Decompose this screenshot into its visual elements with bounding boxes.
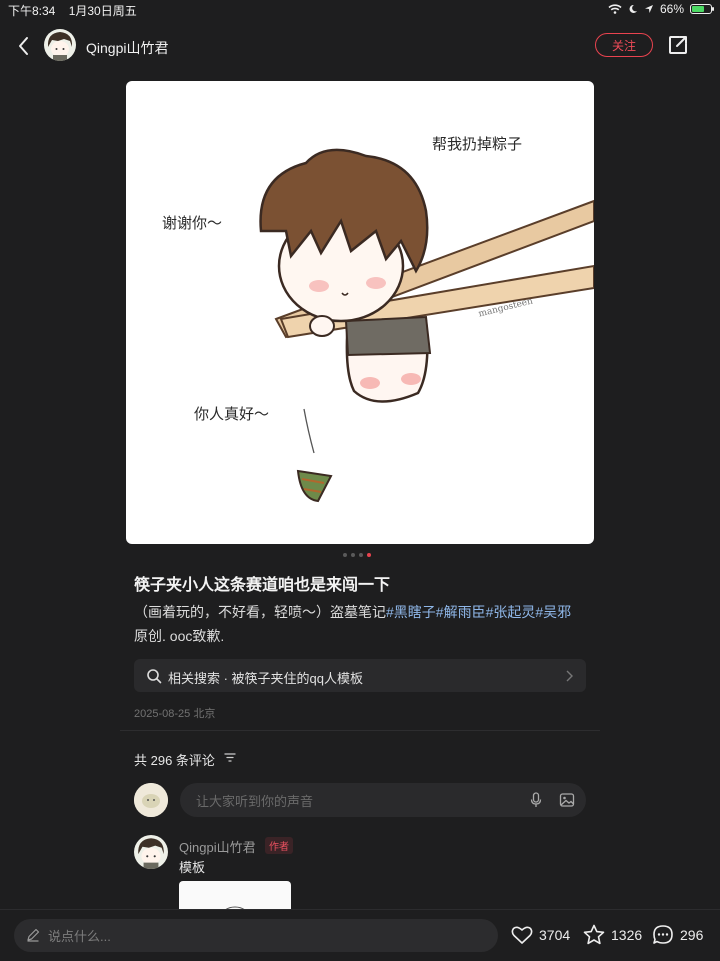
comment-count: 共 296 条评论 (134, 753, 215, 768)
pager-dot[interactable] (359, 553, 363, 557)
post-date-location: 2025-08-25 北京 (134, 708, 216, 720)
post-header: Qingpi山竹君 关注 (0, 26, 720, 66)
microphone-icon[interactable] (530, 792, 542, 808)
bottom-comment-input[interactable] (46, 919, 480, 954)
wifi-icon (608, 4, 622, 14)
commenter-name[interactable]: Qingpi山竹君 (179, 837, 256, 856)
bottom-comment-box[interactable] (14, 919, 498, 954)
like-button[interactable]: 3704 (510, 923, 570, 947)
status-bar: 下午8:34 1月30日周五 66% (0, 0, 720, 18)
hashtag[interactable]: #吴邪 (535, 604, 571, 620)
battery-percent: 66% (659, 2, 684, 16)
moon-icon (629, 4, 637, 13)
location-arrow-icon (644, 5, 653, 13)
comment-count-bottom: 296 (680, 927, 704, 943)
status-date: 1月30日周五 (68, 4, 137, 18)
chibi-chopsticks-illustration (259, 148, 594, 503)
hashtag[interactable]: #解雨臣 (436, 604, 486, 620)
search-icon (147, 669, 162, 684)
my-avatar-image (134, 783, 168, 817)
author-name[interactable]: Qingpi山竹君 (86, 38, 168, 58)
related-search-bar[interactable]: 相关搜索 · 被筷子夹住的qq人模板 (134, 659, 586, 692)
comment-text: 模板 (179, 860, 206, 875)
bottom-bar: 3704 1326 296 (0, 909, 720, 961)
description-suffix: 原创. ooc致歉. (134, 628, 225, 644)
sort-filter-icon[interactable] (224, 752, 236, 763)
comment-button[interactable]: 296 (651, 923, 703, 947)
comment-bubble-icon (653, 925, 673, 944)
comment-input[interactable] (194, 783, 518, 819)
follow-button[interactable]: 关注 (595, 33, 653, 57)
post-description: （画着玩的，不好看，轻喷～）盗墓笔记#黑瞎子#解雨臣#张起灵#吴邪 原创. oo… (134, 600, 586, 648)
like-count: 3704 (539, 927, 571, 943)
favorite-count: 1326 (611, 927, 643, 943)
comment-input-box[interactable] (180, 783, 586, 819)
caption-kind: 你人真好～ (194, 405, 270, 423)
caption-throw-zongzi: 帮我扔掉粽子 (432, 135, 523, 153)
commenter-avatar[interactable] (134, 835, 168, 869)
hashtag[interactable]: #张起灵 (486, 604, 536, 620)
favorite-button[interactable]: 1326 (582, 923, 642, 947)
author-avatar[interactable] (44, 29, 76, 61)
status-time: 下午8:34 (8, 4, 56, 18)
chibi-avatar-image (47, 32, 73, 61)
battery-icon (690, 4, 714, 14)
pager-dot[interactable] (351, 553, 355, 557)
hashtag[interactable]: #黑瞎子 (386, 604, 436, 620)
post-title: 筷子夹小人这条赛道咱也是来闯一下 (134, 577, 391, 594)
divider (120, 730, 600, 731)
image-pager[interactable] (343, 553, 371, 557)
star-icon (583, 924, 605, 945)
pager-dot-active[interactable] (367, 553, 371, 557)
description-text: （画着玩的，不好看，轻喷～）盗墓笔记 (134, 604, 386, 620)
chevron-right-icon (566, 670, 573, 682)
related-search-text: 相关搜索 · 被筷子夹住的qq人模板 (168, 671, 364, 686)
pager-dot[interactable] (343, 553, 347, 557)
share-icon[interactable] (667, 34, 689, 56)
pen-icon (27, 928, 40, 942)
back-arrow-icon[interactable] (14, 34, 34, 58)
author-badge: 作者 (265, 837, 293, 854)
post-image[interactable]: 帮我扔掉粽子 谢谢你～ 你人真好～ mangosteen (126, 81, 594, 544)
image-icon[interactable] (559, 792, 575, 808)
my-avatar[interactable] (134, 783, 168, 817)
caption-thanks: 谢谢你～ (162, 214, 223, 232)
chibi-avatar-image (138, 838, 164, 869)
heart-icon (511, 926, 533, 944)
